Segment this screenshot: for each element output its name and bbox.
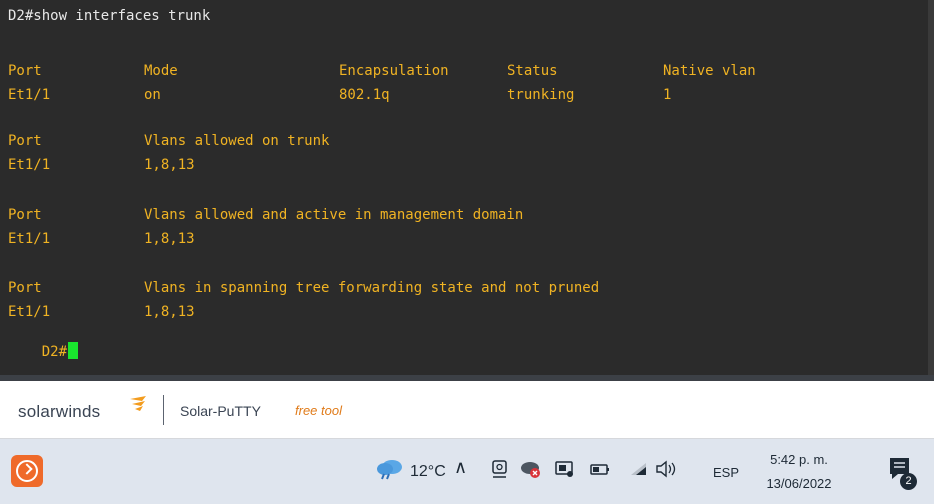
row-mode: on — [144, 87, 161, 103]
header-status: Status — [507, 63, 558, 79]
row-native-vlan: 1 — [663, 87, 672, 103]
row-port: Et1/1 — [8, 231, 51, 247]
header-port: Port — [8, 280, 42, 296]
table4-row: Et1/1 1,8,13 — [8, 302, 195, 322]
command-line: D2#show interfaces trunk — [8, 8, 211, 24]
screen-share-icon[interactable] — [554, 459, 576, 479]
wifi-icon[interactable] — [628, 459, 650, 479]
row-port: Et1/1 — [8, 304, 51, 320]
header-port: Port — [8, 63, 42, 79]
temperature-label[interactable]: 12°C — [410, 463, 446, 481]
weather-rain-icon[interactable] — [374, 457, 404, 481]
table1-row: Et1/1 on 802.1q trunking 1 — [8, 85, 671, 105]
product-name: Solar-PuTTY — [180, 403, 261, 419]
row-vlans: 1,8,13 — [144, 304, 195, 320]
table1-header: Port Mode Encapsulation Status Native vl… — [8, 61, 756, 81]
row-encapsulation: 802.1q — [339, 87, 390, 103]
row-vlans: 1,8,13 — [144, 231, 195, 247]
solar-putty-app-icon[interactable] — [11, 455, 43, 487]
header-native-vlan: Native vlan — [663, 63, 756, 79]
table4-header: Port Vlans in spanning tree forwarding s… — [8, 278, 599, 298]
table3-header: Port Vlans allowed and active in managem… — [8, 205, 523, 225]
speaker-icon[interactable] — [655, 459, 677, 479]
language-indicator[interactable]: ESP — [713, 465, 739, 480]
solarwinds-logo: solarwinds — [18, 402, 101, 421]
header-encapsulation: Encapsulation — [339, 63, 449, 79]
table2-row: Et1/1 1,8,13 — [8, 155, 195, 175]
text-cursor — [68, 342, 79, 359]
table3-row: Et1/1 1,8,13 — [8, 229, 195, 249]
windows-taskbar: 12°C ∧ ESP 5:42 p. m. 13/06/2022 2 — [0, 439, 934, 504]
solar-putty-brand-bar: solarwinds Solar-PuTTY free tool — [0, 381, 934, 439]
brand-divider — [163, 395, 164, 425]
terminal-window[interactable]: D2#show interfaces trunk Port Mode Encap… — [0, 0, 934, 375]
final-prompt-line: D2# — [8, 322, 79, 360]
meet-now-icon[interactable] — [489, 459, 511, 479]
chevron-up-icon[interactable]: ∧ — [454, 457, 467, 478]
clock-date[interactable]: 13/06/2022 — [759, 476, 839, 491]
row-port: Et1/1 — [8, 87, 51, 103]
header-mode: Mode — [144, 63, 178, 79]
row-status: trunking — [507, 87, 575, 103]
table2-header: Port Vlans allowed on trunk — [8, 131, 329, 151]
row-port: Et1/1 — [8, 157, 51, 173]
header-port: Port — [8, 133, 42, 149]
header-vlans-forwarding: Vlans in spanning tree forwarding state … — [144, 280, 600, 296]
header-port: Port — [8, 207, 42, 223]
clock-time[interactable]: 5:42 p. m. — [759, 452, 839, 467]
header-vlans-allowed: Vlans allowed on trunk — [144, 133, 330, 149]
vpn-shield-icon[interactable] — [520, 459, 542, 479]
solarwinds-flame-icon — [130, 396, 146, 411]
row-vlans: 1,8,13 — [144, 157, 195, 173]
header-vlans-active: Vlans allowed and active in management d… — [144, 207, 524, 223]
battery-icon[interactable] — [589, 459, 611, 479]
notification-count-badge: 2 — [900, 473, 917, 490]
free-tool-label: free tool — [295, 403, 342, 418]
final-prompt: D2# — [41, 344, 68, 360]
terminal-scrollbar[interactable] — [928, 0, 934, 375]
